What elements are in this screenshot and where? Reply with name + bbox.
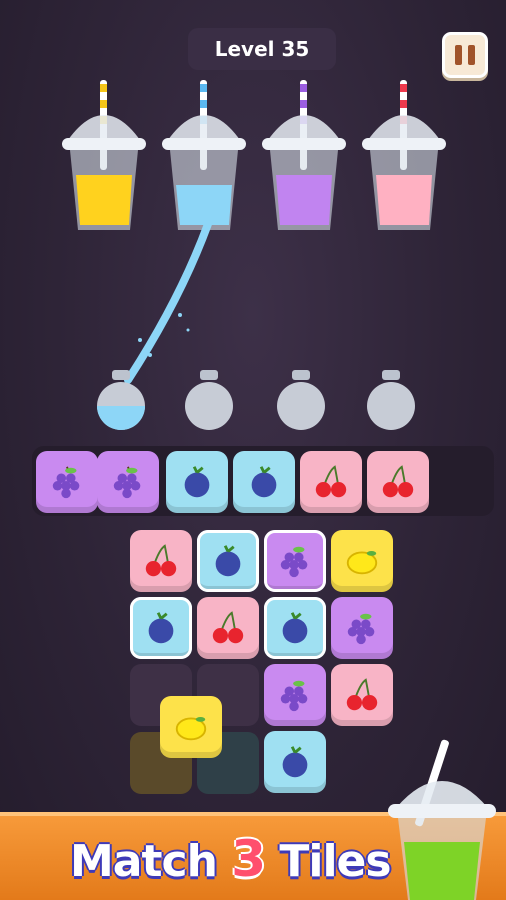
banner-number: 3 xyxy=(231,830,266,888)
pause-icon-bar xyxy=(468,45,475,65)
pause-icon xyxy=(455,45,462,65)
blue-cup xyxy=(158,80,250,240)
board-tile-lemon[interactable] xyxy=(331,530,393,592)
pause-button[interactable] xyxy=(442,32,488,78)
grape-icon xyxy=(280,680,308,712)
grape-icon xyxy=(347,613,375,645)
tray-tile-grape[interactable] xyxy=(97,451,159,513)
board-tile-blueberry[interactable] xyxy=(197,530,259,592)
banner-word-match: Match xyxy=(70,836,218,887)
board-tile-grape[interactable] xyxy=(331,597,393,659)
tray-tile-cherry[interactable] xyxy=(367,451,429,513)
tray-tile-cherry[interactable] xyxy=(300,451,362,513)
blueberry-icon xyxy=(282,612,308,644)
board-tile-cherry[interactable] xyxy=(331,664,393,726)
tray-tile-blueberry[interactable] xyxy=(166,451,228,513)
banner-title: Match 3 Tiles xyxy=(70,830,392,890)
blueberry-icon xyxy=(251,466,277,498)
bottle-empty-4[interactable] xyxy=(364,368,418,432)
level-indicator: Level 35 xyxy=(188,28,336,70)
purple-cup xyxy=(258,80,350,240)
grape-icon xyxy=(280,546,308,578)
board-tile-blueberry[interactable] xyxy=(130,597,192,659)
lemon-icon xyxy=(175,717,207,741)
board-tile-grape[interactable] xyxy=(264,530,326,592)
blueberry-icon xyxy=(215,545,241,577)
cherry-icon xyxy=(315,465,347,498)
cherry-icon xyxy=(382,465,414,498)
cherry-icon xyxy=(212,611,244,644)
board-tile-cherry[interactable] xyxy=(130,530,192,592)
pour-stream xyxy=(124,220,212,384)
blueberry-icon xyxy=(148,612,174,644)
bottle-pouring[interactable] xyxy=(94,368,148,432)
grape-icon xyxy=(113,466,141,499)
bottle-empty-3[interactable] xyxy=(274,368,328,432)
blueberry-icon xyxy=(184,466,210,498)
board-tile-lemon[interactable] xyxy=(160,696,222,758)
blueberry-icon xyxy=(282,746,308,778)
lemon-icon xyxy=(346,551,378,575)
board-tile-blueberry[interactable] xyxy=(264,731,326,793)
board-tile-cherry[interactable] xyxy=(197,597,259,659)
green-cup-icon xyxy=(388,739,496,900)
grape-icon xyxy=(52,466,80,499)
board-tile-grape[interactable] xyxy=(264,664,326,726)
tray-tile-grape[interactable] xyxy=(36,451,98,513)
banner-word-tiles: Tiles xyxy=(279,836,391,887)
level-label: Level 35 xyxy=(214,37,310,61)
cherry-icon xyxy=(145,544,177,577)
board-tile-blueberry[interactable] xyxy=(264,597,326,659)
cherry-icon xyxy=(346,678,378,711)
pink-cup xyxy=(358,80,450,240)
bottle-empty-2[interactable] xyxy=(182,368,236,432)
tray-tile-blueberry[interactable] xyxy=(233,451,295,513)
yellow-cup xyxy=(58,80,150,240)
